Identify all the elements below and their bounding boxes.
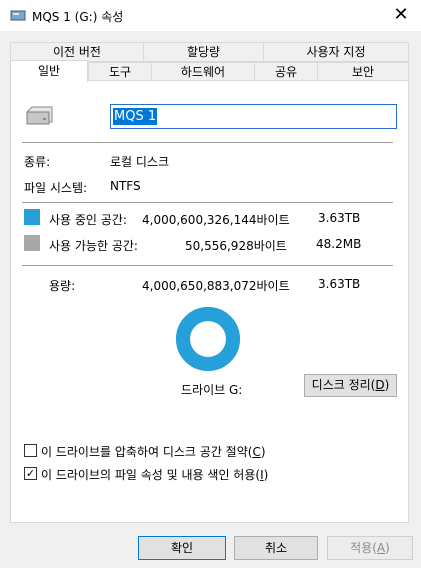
drive-icon — [10, 10, 26, 21]
tab-tools[interactable]: 도구 — [88, 62, 152, 81]
cancel-button[interactable]: 취소 — [234, 536, 318, 560]
tab-security[interactable]: 보안 — [317, 62, 409, 81]
close-icon[interactable]: ✕ — [390, 4, 412, 26]
disk-cleanup-label-end: ) — [384, 378, 390, 392]
tab-hardware[interactable]: 하드웨어 — [151, 62, 255, 81]
window-title: MQS 1 (G:) 속성 — [32, 10, 124, 24]
compress-checkbox[interactable] — [24, 444, 37, 457]
volume-name-input[interactable]: MQS 1 — [110, 104, 397, 129]
ok-button[interactable]: 확인 — [138, 536, 226, 560]
tab-quota[interactable]: 할당량 — [143, 42, 264, 62]
tab-previous-versions[interactable]: 이전 버전 — [10, 42, 144, 62]
disk-cleanup-accesskey: D — [375, 378, 385, 392]
apply-button[interactable]: 적용(A) — [327, 536, 413, 560]
tab-sharing[interactable]: 공유 — [254, 62, 318, 81]
general-panel — [10, 80, 409, 523]
volume-name-text: MQS 1 — [113, 108, 158, 125]
tab-customize[interactable]: 사용자 지정 — [263, 42, 409, 62]
index-checkbox[interactable]: ✓ — [24, 467, 37, 480]
title-bar: MQS 1 (G:) 속성 ✕ — [0, 0, 421, 31]
apply-accesskey: A — [376, 541, 386, 555]
tab-general[interactable]: 일반 — [10, 60, 88, 82]
disk-cleanup-label: 디스크 정리( — [311, 378, 376, 392]
apply-label-end: ) — [385, 541, 390, 555]
disk-cleanup-button[interactable]: 디스크 정리(D) — [304, 374, 397, 397]
apply-label: 적용( — [350, 541, 377, 555]
